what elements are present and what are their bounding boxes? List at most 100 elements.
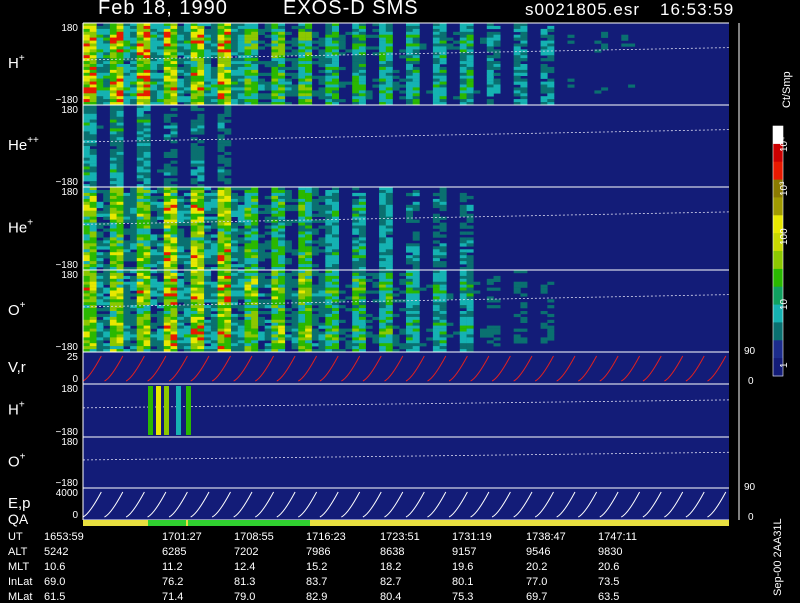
- heat-cell: [163, 325, 171, 329]
- heat-cell: [258, 204, 265, 209]
- heat-cell: [406, 346, 413, 350]
- heat-cell: [231, 58, 238, 62]
- heat-cell: [83, 178, 90, 182]
- heat-cell: [332, 81, 339, 85]
- heat-cell: [237, 58, 245, 62]
- heat-cell: [210, 75, 218, 79]
- heat-cell: [224, 322, 232, 326]
- heat-cell: [143, 246, 151, 250]
- heat-cell: [163, 28, 171, 33]
- heat-cell: [486, 72, 494, 76]
- heat-cell: [264, 343, 272, 347]
- heat-cell: [298, 58, 306, 62]
- heat-cell: [385, 195, 393, 200]
- heat-cell: [311, 334, 319, 338]
- heat-cell: [311, 319, 319, 323]
- heat-cell: [244, 334, 252, 338]
- heat-cell: [432, 90, 440, 94]
- heat-cell: [513, 43, 521, 47]
- heat-cell: [170, 128, 178, 132]
- heat-cell: [210, 31, 218, 35]
- heat-cell: [224, 328, 232, 332]
- heat-cell: [244, 261, 252, 265]
- heat-cell: [264, 96, 272, 100]
- heat-cell: [466, 207, 474, 212]
- heat-cell: [109, 210, 117, 214]
- heat-cell: [109, 96, 117, 100]
- heat-cell: [136, 195, 144, 200]
- heat-cell: [116, 340, 124, 344]
- heat-cell: [237, 290, 245, 294]
- heat-cell: [197, 99, 205, 103]
- heat-cell: [183, 290, 191, 294]
- heat-cell: [190, 343, 198, 347]
- heat-cell: [217, 281, 225, 285]
- heat-cell: [89, 302, 97, 306]
- heat-cell: [103, 75, 111, 79]
- heat-cell: [278, 290, 286, 294]
- heat-cell: [439, 195, 447, 200]
- heat-cell: [109, 322, 117, 326]
- heat-cell: [116, 157, 124, 161]
- heat-cell: [352, 90, 360, 94]
- heat-cell: [136, 110, 144, 115]
- heat-cell: [379, 72, 387, 76]
- heat-cell: [258, 246, 265, 250]
- heat-cell: [412, 316, 420, 321]
- heat-cell: [271, 255, 279, 259]
- heat-cell: [466, 302, 474, 306]
- heat-cell: [251, 237, 259, 241]
- heat-cell: [177, 249, 185, 253]
- heat-cell: [237, 210, 245, 214]
- heat-cell: [271, 302, 279, 306]
- heat-cell: [183, 264, 191, 268]
- colorbar-tick: 10: [779, 298, 790, 310]
- heat-cell: [399, 281, 407, 285]
- heat-cell: [284, 272, 292, 277]
- heat-cell: [224, 278, 232, 282]
- heat-cell: [109, 148, 117, 153]
- heat-cell: [338, 37, 346, 41]
- heat-cell: [177, 278, 185, 282]
- heat-cell: [547, 281, 555, 285]
- heat-cell: [143, 334, 151, 338]
- heat-cell: [466, 25, 474, 30]
- heat-cell: [190, 25, 198, 30]
- heat-cell: [224, 87, 232, 91]
- heat-cell: [143, 154, 151, 158]
- heat-cell: [183, 69, 191, 74]
- heat-cell: [157, 207, 164, 212]
- heat-cell: [473, 281, 481, 285]
- heat-cell: [318, 325, 326, 329]
- heat-cell: [284, 90, 292, 94]
- heat-cell: [204, 69, 212, 74]
- heat-cell: [493, 278, 501, 282]
- heat-cell: [150, 66, 158, 71]
- heat-cell: [83, 311, 90, 315]
- heat-cell: [177, 305, 185, 309]
- heat-cell: [345, 81, 353, 85]
- heat-cell: [170, 308, 178, 312]
- heat-cell: [163, 93, 171, 97]
- heat-cell: [385, 87, 393, 91]
- heat-cell: [231, 252, 238, 256]
- heat-cell: [332, 234, 339, 238]
- heat-cell: [284, 325, 292, 329]
- heat-cell: [244, 46, 252, 50]
- heat-cell: [298, 328, 306, 332]
- heat-cell: [432, 66, 440, 71]
- heat-cell: [190, 69, 198, 74]
- heat-cell: [150, 278, 158, 282]
- heat-cell: [163, 258, 171, 262]
- heat-cell: [123, 219, 131, 223]
- heat-cell: [157, 246, 164, 250]
- heat-cell: [251, 334, 259, 338]
- heat-cell: [123, 337, 131, 341]
- heat-cell: [204, 58, 212, 62]
- heat-cell: [96, 308, 104, 312]
- heat-cell: [379, 302, 387, 306]
- ephemeris-value: 11.2: [162, 561, 183, 573]
- heat-cell: [385, 322, 393, 326]
- heat-cell: [466, 322, 474, 326]
- heat-cell: [379, 58, 387, 62]
